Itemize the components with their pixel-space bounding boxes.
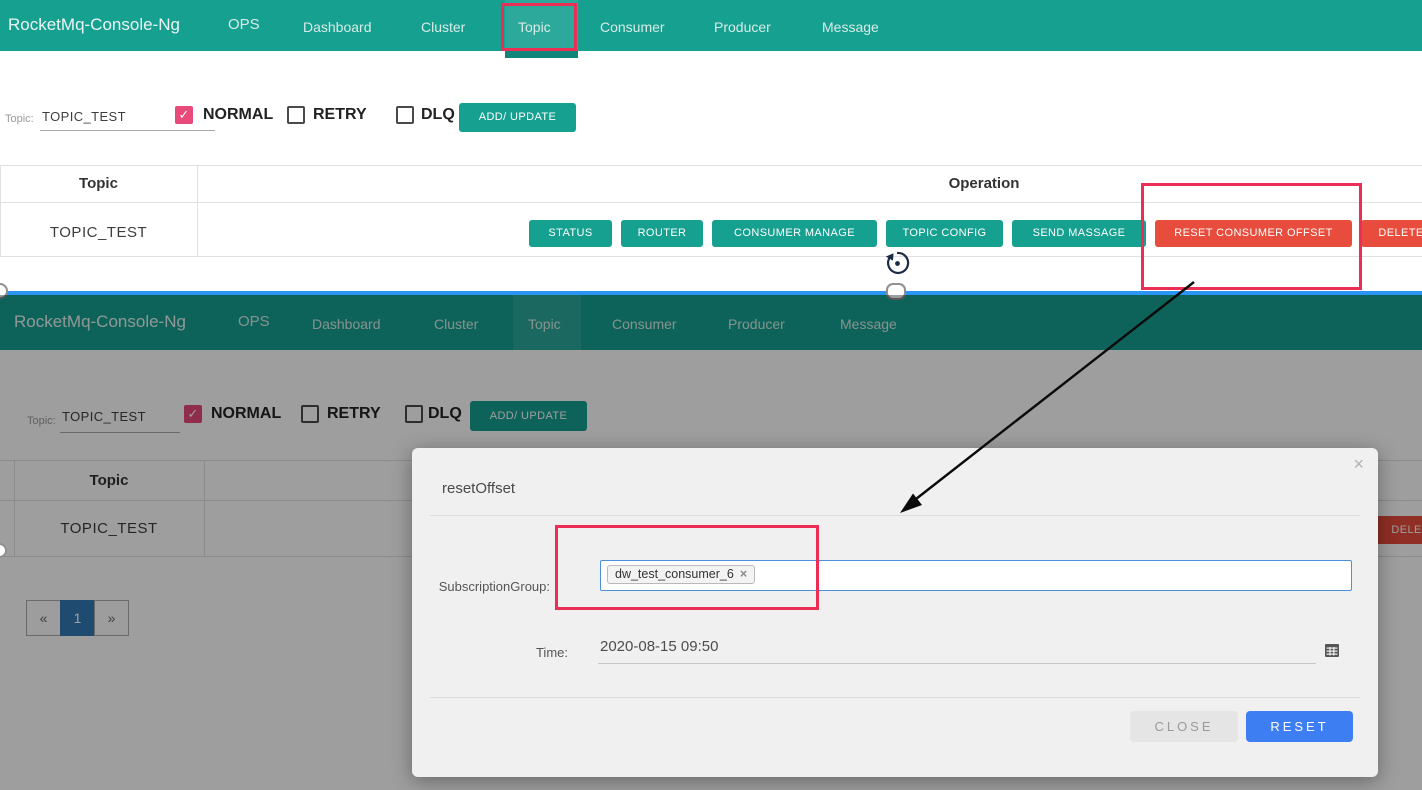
close-icon[interactable]: ×	[1353, 454, 1364, 475]
nav-item-ops[interactable]: OPS	[228, 16, 260, 33]
table-row-topic-cell: TOPIC_TEST	[0, 224, 197, 241]
topic-input-underline[interactable]	[40, 130, 215, 131]
app-brand: RocketMq-Console-Ng	[8, 15, 180, 35]
nav-item-consumer[interactable]: Consumer	[600, 19, 665, 35]
topic-column-header: Topic	[0, 175, 197, 192]
consumer-manage-button[interactable]: CONSUMER MANAGE	[712, 220, 877, 247]
screenshot-root: RocketMq-Console-Ng OPS Dashboard Cluste…	[0, 0, 1422, 790]
delete-button[interactable]: DELETE	[1361, 220, 1422, 247]
topic-config-button[interactable]: TOPIC CONFIG	[886, 220, 1003, 247]
normal-checkbox[interactable]: ✓	[175, 106, 193, 124]
calendar-icon[interactable]	[1324, 642, 1340, 658]
modal-title: resetOffset	[442, 480, 515, 497]
retry-checkbox[interactable]	[287, 106, 305, 124]
operation-column-header: Operation	[884, 175, 1084, 192]
top-navbar: RocketMq-Console-Ng OPS Dashboard Cluste…	[0, 0, 1422, 51]
table-border	[0, 165, 1422, 166]
annotation-box-topic-tab	[501, 3, 577, 51]
time-label: Time:	[412, 645, 568, 660]
time-value[interactable]: 2020-08-15 09:50	[600, 638, 718, 655]
nav-item-dashboard[interactable]: Dashboard	[303, 19, 372, 35]
status-button[interactable]: STATUS	[529, 220, 612, 247]
modal-reset-button[interactable]: RESET	[1246, 711, 1353, 742]
subscription-group-label: SubscriptionGroup:	[412, 579, 550, 594]
annotation-box-subscription-group	[555, 525, 819, 610]
nav-item-message[interactable]: Message	[822, 19, 879, 35]
normal-checkbox-label: NORMAL	[203, 106, 273, 124]
topic-field-label: Topic:	[5, 113, 34, 125]
time-input-underline[interactable]	[598, 663, 1316, 664]
nav-item-cluster[interactable]: Cluster	[421, 19, 465, 35]
modal-close-button[interactable]: CLOSE	[1130, 711, 1238, 742]
topic-field-value[interactable]: TOPIC_TEST	[42, 109, 126, 124]
nav-item-producer[interactable]: Producer	[714, 19, 771, 35]
retry-checkbox-label: RETRY	[313, 106, 367, 124]
dlq-checkbox-label: DLQ	[421, 106, 455, 124]
annotation-arrow	[880, 268, 1210, 528]
active-tab-extension	[505, 51, 578, 58]
table-border	[197, 165, 198, 256]
add-update-button[interactable]: ADD/ UPDATE	[459, 103, 576, 132]
dlq-checkbox[interactable]	[396, 106, 414, 124]
modal-footer-divider	[430, 697, 1360, 698]
router-button[interactable]: ROUTER	[621, 220, 703, 247]
send-message-button[interactable]: SEND MASSAGE	[1012, 220, 1146, 247]
